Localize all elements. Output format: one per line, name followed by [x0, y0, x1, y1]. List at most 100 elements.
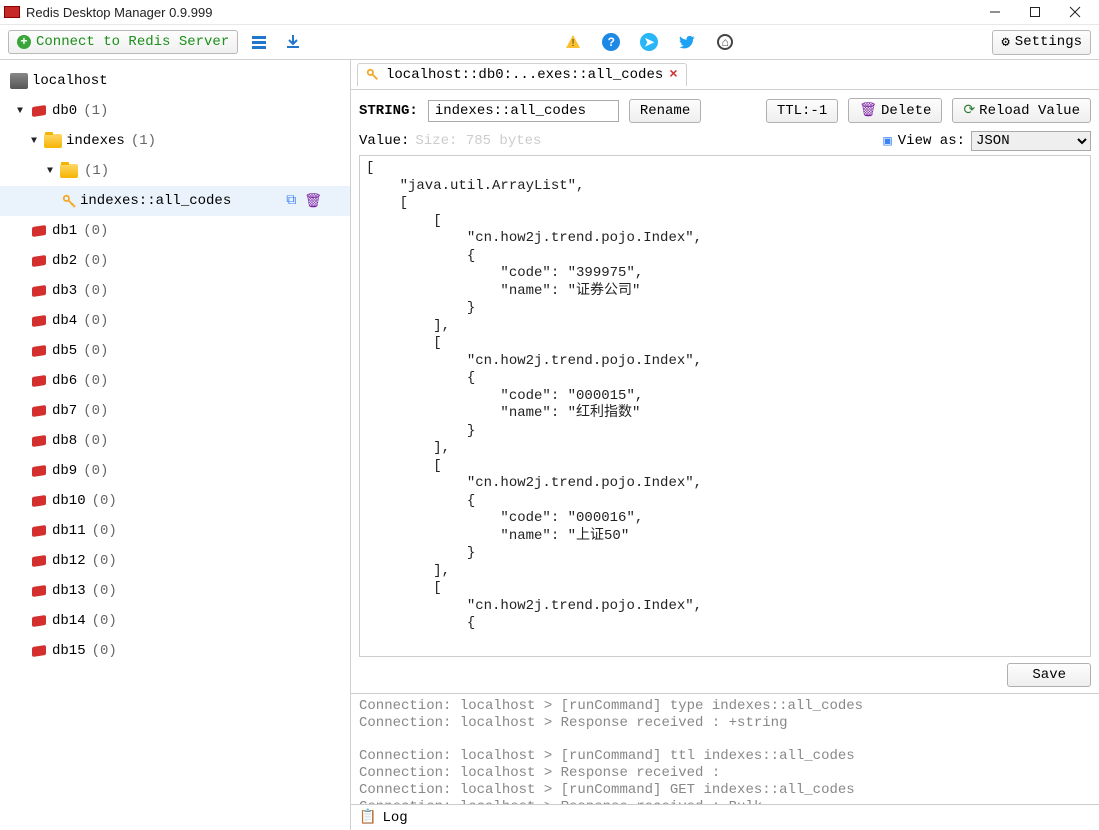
- tree-db-db1[interactable]: db1(0): [0, 216, 350, 246]
- log-panel: Connection: localhost > [runCommand] typ…: [351, 693, 1099, 830]
- copy-icon[interactable]: ⧉: [286, 193, 296, 210]
- import-icon[interactable]: [246, 29, 272, 55]
- tree-db-db6[interactable]: db6(0): [0, 366, 350, 396]
- database-icon: [30, 434, 48, 448]
- settings-label: Settings: [1015, 34, 1082, 50]
- key-icon: [62, 194, 76, 208]
- rename-button[interactable]: Rename: [629, 99, 701, 123]
- tab-bar: localhost::db0:...exes::all_codes ×: [351, 60, 1099, 90]
- tree-db-db13[interactable]: db13(0): [0, 576, 350, 606]
- sidebar[interactable]: localhost ▼ db0 (1) ▼ indexes (1) ▼ (1) …: [0, 60, 351, 830]
- ttl-label: TTL:-1: [777, 103, 827, 119]
- reload-button[interactable]: ⟳Reload Value: [952, 98, 1091, 123]
- db-label: db12: [52, 553, 86, 569]
- gear-icon: ⚙: [1001, 34, 1009, 51]
- ttl-button[interactable]: TTL:-1: [766, 99, 838, 123]
- database-icon: [30, 284, 48, 298]
- tree-db-db10[interactable]: db10(0): [0, 486, 350, 516]
- db-label: db10: [52, 493, 86, 509]
- tree-db-db12[interactable]: db12 (0): [0, 546, 350, 576]
- warning-icon[interactable]: !: [560, 29, 586, 55]
- rename-label: Rename: [640, 103, 690, 119]
- db-count: (0): [83, 433, 108, 449]
- db-count: (0): [92, 583, 117, 599]
- help-icon[interactable]: ?: [598, 29, 624, 55]
- database-icon: [30, 314, 48, 328]
- folder-icon: [60, 164, 78, 178]
- db-label: db3: [52, 283, 77, 299]
- clipboard-icon: 📋: [359, 809, 376, 826]
- value-editor[interactable]: [ "java.util.ArrayList", [ [ "cn.how2j.t…: [359, 155, 1091, 657]
- delete-icon[interactable]: 🗑: [304, 193, 322, 210]
- tree-key-allcodes[interactable]: indexes::all_codes ⧉ 🗑: [0, 186, 350, 216]
- db-label: db0: [52, 103, 77, 119]
- database-icon: [30, 344, 48, 358]
- key-name-input[interactable]: [428, 100, 619, 122]
- tree-db-db11[interactable]: db11(0): [0, 516, 350, 546]
- log-text[interactable]: Connection: localhost > [runCommand] typ…: [351, 694, 1099, 804]
- delete-label: Delete: [881, 103, 931, 119]
- db-label: db6: [52, 373, 77, 389]
- folder-count: (1): [84, 163, 109, 179]
- format-icon: ▣: [883, 133, 891, 150]
- db-count: (0): [83, 223, 108, 239]
- size-label: Size: 785 bytes: [415, 133, 541, 149]
- database-icon: [30, 554, 48, 568]
- settings-button[interactable]: ⚙ Settings: [992, 30, 1091, 55]
- log-tab[interactable]: 📋 Log: [351, 804, 1099, 830]
- database-icon: [30, 224, 48, 238]
- tree-db-db15[interactable]: db15(0): [0, 636, 350, 666]
- db-count: (0): [92, 553, 117, 569]
- database-icon: [30, 494, 48, 508]
- db-label: db5: [52, 343, 77, 359]
- connect-button[interactable]: + Connect to Redis Server: [8, 30, 238, 54]
- value-header: Value: Size: 785 bytes ▣ View as: JSON: [351, 131, 1099, 155]
- app-icon: [4, 6, 20, 18]
- tree-db-db4[interactable]: db4(0): [0, 306, 350, 336]
- db-label: db4: [52, 313, 77, 329]
- tree-db-db5[interactable]: db5(0): [0, 336, 350, 366]
- tab-key[interactable]: localhost::db0:...exes::all_codes ×: [357, 63, 687, 86]
- folder-count: (1): [131, 133, 156, 149]
- close-button[interactable]: [1055, 0, 1095, 24]
- github-icon[interactable]: ⌂: [712, 29, 738, 55]
- save-label: Save: [1032, 667, 1066, 683]
- db-label: db2: [52, 253, 77, 269]
- main-toolbar: + Connect to Redis Server ! ? ➤ ⌂ ⚙ Sett…: [0, 24, 1099, 60]
- database-icon: [30, 584, 48, 598]
- log-tab-label: Log: [382, 810, 407, 826]
- telegram-icon[interactable]: ➤: [636, 29, 662, 55]
- view-as-select[interactable]: JSON: [971, 131, 1091, 151]
- tree-db-db14[interactable]: db14 (0): [0, 606, 350, 636]
- key-icon: [366, 68, 380, 82]
- database-icon: [30, 524, 48, 538]
- db-label: db14: [52, 613, 86, 629]
- close-tab-icon[interactable]: ×: [669, 67, 677, 83]
- tree-db0[interactable]: ▼ db0 (1): [0, 96, 350, 126]
- caret-down-icon: ▼: [44, 166, 56, 177]
- value-label: Value:: [359, 133, 409, 149]
- tree-db-db7[interactable]: db7(0): [0, 396, 350, 426]
- database-icon: [30, 104, 48, 118]
- db-count: (0): [92, 613, 117, 629]
- minimize-button[interactable]: [975, 0, 1015, 24]
- key-header: STRING: Rename TTL:-1 🗑Delete ⟳Reload Va…: [351, 90, 1099, 131]
- folder-label: indexes: [66, 133, 125, 149]
- database-icon: [30, 464, 48, 478]
- db-label: db15: [52, 643, 86, 659]
- trash-icon: 🗑: [859, 102, 877, 119]
- tree-server[interactable]: localhost: [0, 66, 350, 96]
- db-count: (1): [83, 103, 108, 119]
- tree-db-db8[interactable]: db8(0): [0, 426, 350, 456]
- tree-db-db2[interactable]: db2(0): [0, 246, 350, 276]
- tree-folder-sub[interactable]: ▼ (1): [0, 156, 350, 186]
- tree-folder-indexes[interactable]: ▼ indexes (1): [0, 126, 350, 156]
- twitter-icon[interactable]: [674, 29, 700, 55]
- delete-button[interactable]: 🗑Delete: [848, 98, 942, 123]
- maximize-button[interactable]: [1015, 0, 1055, 24]
- tree-db-db9[interactable]: db9(0): [0, 456, 350, 486]
- tree-db-db3[interactable]: db3(0): [0, 276, 350, 306]
- db-label: db7: [52, 403, 77, 419]
- save-button[interactable]: Save: [1007, 663, 1091, 687]
- download-icon[interactable]: [280, 29, 306, 55]
